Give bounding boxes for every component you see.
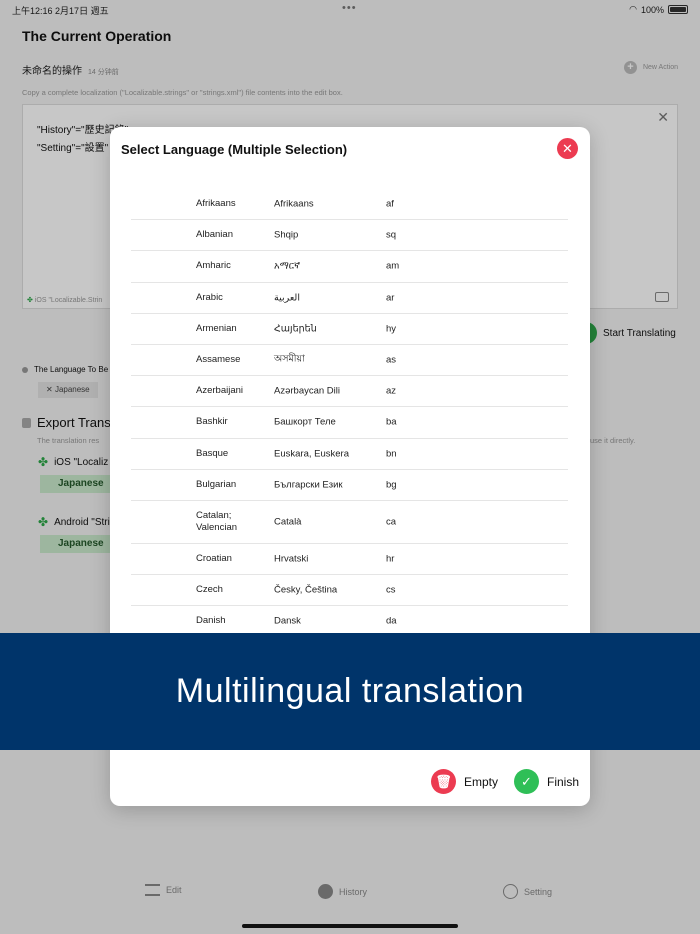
checkmark-icon: ✓	[513, 769, 539, 794]
language-native-name: Български Език	[274, 479, 343, 491]
trash-icon: 🗑	[430, 769, 456, 794]
language-english-name: Afrikaans	[196, 198, 236, 210]
language-native-name: Hrvatski	[274, 553, 309, 565]
language-code: af	[386, 198, 394, 210]
language-english-name: Bashkir	[196, 416, 228, 428]
language-code: ar	[386, 292, 395, 304]
language-english-name: Azerbaijani	[196, 385, 243, 397]
language-english-name: Amharic	[196, 260, 231, 272]
language-code: az	[386, 385, 397, 397]
finish-button[interactable]: ✓ Finish	[513, 769, 579, 794]
language-english-name: Albanian	[196, 229, 233, 241]
language-native-name: Euskara, Euskera	[274, 448, 349, 460]
language-code: cs	[386, 584, 396, 596]
language-code: hr	[386, 553, 395, 565]
language-row[interactable]: Basque Euskara, Euskera bn	[131, 439, 568, 470]
language-row[interactable]: Bulgarian Български Език bg	[131, 470, 568, 501]
language-native-name: አማርኛ	[274, 260, 301, 272]
language-english-name: Basque	[196, 447, 229, 459]
language-english-name: Bulgarian	[196, 478, 237, 490]
language-code: ca	[386, 516, 397, 528]
modal-title: Select Language (Multiple Selection)	[121, 142, 348, 157]
close-modal-button[interactable]: ✕	[557, 138, 578, 159]
language-list[interactable]: Afrikaans Afrikaans af Albanian Shqip sq Amhar…	[131, 189, 568, 638]
empty-button[interactable]: 🗑 Empty	[430, 769, 498, 794]
language-native-name: Azərbaycan Dili	[274, 385, 340, 397]
language-row[interactable]: Armenian Հայերեն hy	[131, 314, 568, 345]
language-native-name: Shqip	[274, 229, 299, 241]
language-english-name: Czech	[196, 584, 223, 596]
language-row[interactable]: Bashkir Башкорт Теле ba	[131, 407, 568, 439]
language-code: as	[386, 354, 397, 366]
language-native-name: অসমীয়া	[274, 353, 305, 365]
promo-banner: Multilingual translation	[0, 633, 700, 750]
language-code: bg	[386, 479, 397, 491]
language-row[interactable]: Arabic العربية ar	[131, 283, 568, 314]
language-english-name: Catalan; Valencian	[196, 509, 238, 533]
language-row[interactable]: Amharic አማርኛ am	[131, 251, 568, 283]
home-indicator[interactable]	[242, 924, 458, 928]
language-code: ba	[386, 416, 397, 428]
language-english-name: Croatian	[196, 552, 232, 564]
language-native-name: Afrikaans	[274, 198, 314, 210]
language-row[interactable]: Afrikaans Afrikaans af	[131, 189, 568, 221]
banner-text: Multilingual translation	[175, 672, 525, 710]
language-row[interactable]: Catalan; Valencian Català ca	[131, 501, 568, 544]
language-english-name: Armenian	[196, 322, 237, 334]
language-english-name: Assamese	[196, 354, 241, 366]
language-code: bn	[386, 448, 397, 460]
modal-actions: 🗑 Empty ✓ Finish	[430, 769, 579, 794]
language-native-name: Башкорт Теле	[274, 416, 336, 428]
language-code: am	[386, 260, 400, 272]
language-row[interactable]: Czech Česky, Čeština cs	[131, 575, 568, 607]
language-english-name: Arabic	[196, 291, 223, 303]
language-row[interactable]: Albanian Shqip sq	[131, 220, 568, 252]
language-native-name: العربية	[274, 292, 300, 304]
language-code: da	[386, 615, 397, 627]
language-row[interactable]: Croatian Hrvatski hr	[131, 544, 568, 576]
language-english-name: Danish	[196, 615, 226, 627]
close-icon: ✕	[562, 141, 573, 156]
language-native-name: Česky, Čeština	[274, 584, 338, 596]
language-native-name: Català	[274, 516, 302, 528]
language-row[interactable]: Azerbaijani Azərbaycan Dili az	[131, 376, 568, 408]
language-native-name: Հայերեն	[274, 323, 317, 335]
language-code: sq	[386, 229, 397, 241]
language-row[interactable]: Assamese অসমীয়া as	[131, 345, 568, 377]
language-code: hy	[386, 323, 397, 335]
language-native-name: Dansk	[274, 615, 301, 627]
